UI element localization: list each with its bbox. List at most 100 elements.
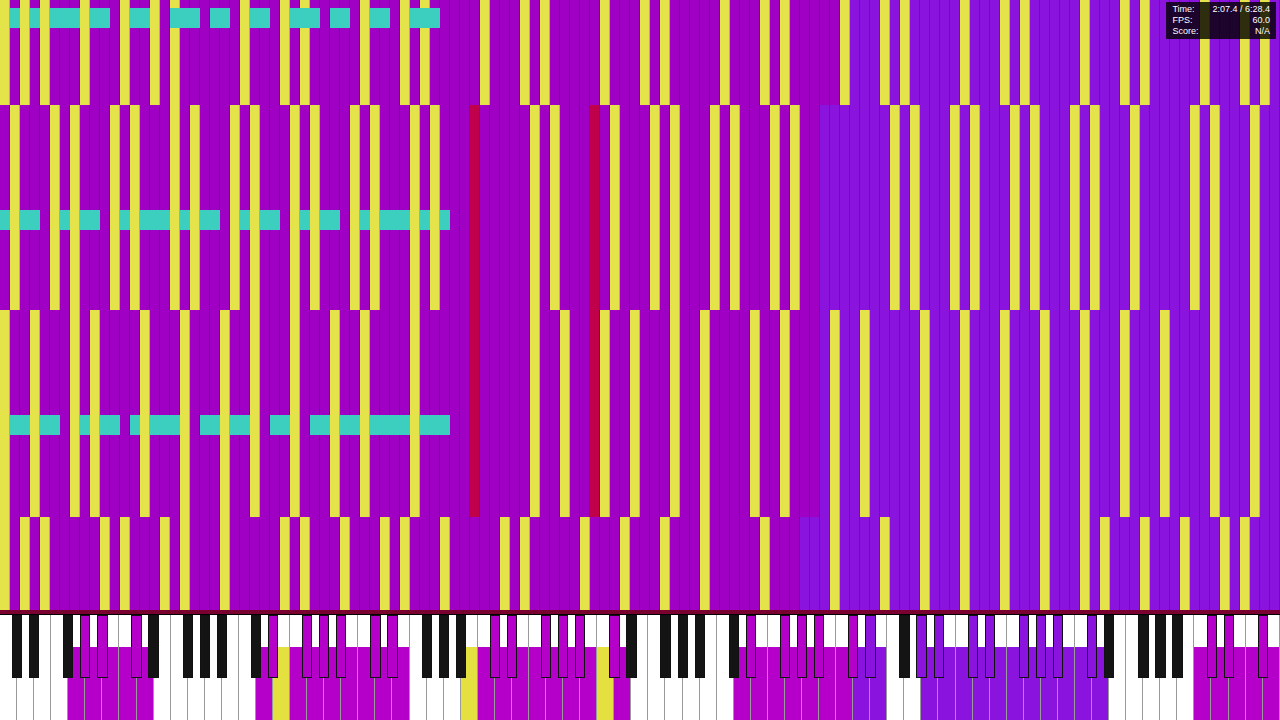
note-bar — [560, 310, 570, 517]
black-key[interactable] — [80, 615, 90, 678]
black-key[interactable] — [12, 615, 22, 678]
black-key[interactable] — [934, 615, 944, 678]
cyan-note — [270, 8, 280, 28]
black-key[interactable] — [848, 615, 858, 678]
black-key[interactable] — [865, 615, 875, 678]
black-key[interactable] — [439, 615, 449, 678]
black-key[interactable] — [1155, 615, 1165, 678]
note-bar — [980, 310, 990, 517]
note-bar — [450, 310, 460, 517]
black-key[interactable] — [29, 615, 39, 678]
cyan-note — [610, 415, 620, 435]
black-key[interactable] — [1019, 615, 1029, 678]
black-key[interactable] — [541, 615, 551, 678]
black-key[interactable] — [1104, 615, 1114, 678]
note-bar — [1010, 105, 1020, 310]
cyan-note — [600, 8, 610, 28]
note-bar — [390, 517, 400, 610]
note-bar — [610, 517, 620, 610]
black-key[interactable] — [729, 615, 739, 678]
note-bar — [850, 105, 860, 310]
black-key[interactable] — [97, 615, 107, 678]
cyan-note — [400, 8, 410, 28]
note-bar — [840, 0, 850, 105]
cyan-note — [760, 210, 770, 230]
stat-label: Score: — [1172, 26, 1198, 37]
black-key[interactable] — [1138, 615, 1148, 678]
black-key[interactable] — [507, 615, 517, 678]
black-key[interactable] — [422, 615, 432, 678]
note-bar — [40, 0, 50, 105]
note-bar — [100, 105, 110, 310]
black-key[interactable] — [183, 615, 193, 678]
note-bar — [640, 0, 650, 105]
black-key[interactable] — [575, 615, 585, 678]
note-bar — [560, 105, 570, 310]
cyan-note — [1170, 415, 1180, 435]
black-key[interactable] — [746, 615, 756, 678]
cyan-note — [830, 8, 840, 28]
black-key[interactable] — [1036, 615, 1046, 678]
cyan-note — [520, 210, 530, 230]
black-key[interactable] — [660, 615, 670, 678]
black-key[interactable] — [916, 615, 926, 678]
cyan-note — [560, 8, 570, 28]
cyan-note — [740, 415, 750, 435]
note-bar — [310, 310, 320, 517]
note-bar — [1160, 517, 1170, 610]
cyan-note — [990, 415, 1000, 435]
note-bar — [710, 105, 720, 310]
black-key[interactable] — [336, 615, 346, 678]
note-bar — [1200, 310, 1210, 517]
black-key[interactable] — [268, 615, 278, 678]
note-bar — [1090, 310, 1100, 517]
black-key[interactable] — [797, 615, 807, 678]
black-key[interactable] — [148, 615, 158, 678]
cyan-note — [760, 8, 770, 28]
black-key[interactable] — [780, 615, 790, 678]
black-key[interactable] — [387, 615, 397, 678]
black-key[interactable] — [558, 615, 568, 678]
black-key[interactable] — [456, 615, 466, 678]
cyan-note — [1030, 8, 1040, 28]
black-key[interactable] — [370, 615, 380, 678]
black-key[interactable] — [490, 615, 500, 678]
black-key[interactable] — [1224, 615, 1234, 678]
note-bar — [640, 105, 650, 310]
note-bar — [330, 517, 340, 610]
black-key[interactable] — [1258, 615, 1268, 678]
black-key[interactable] — [899, 615, 909, 678]
note-bar — [740, 0, 750, 105]
cyan-note — [1180, 415, 1190, 435]
black-key[interactable] — [1172, 615, 1182, 678]
note-bar — [880, 0, 890, 105]
black-key[interactable] — [814, 615, 824, 678]
cyan-note — [1100, 8, 1110, 28]
cyan-note — [1110, 210, 1120, 230]
cyan-note — [1200, 415, 1210, 435]
note-bar — [540, 0, 550, 105]
black-key[interactable] — [319, 615, 329, 678]
cyan-note — [290, 8, 300, 28]
black-key[interactable] — [200, 615, 210, 678]
black-key[interactable] — [1053, 615, 1063, 678]
black-key[interactable] — [626, 615, 636, 678]
black-key[interactable] — [131, 615, 141, 678]
black-key[interactable] — [63, 615, 73, 678]
black-key[interactable] — [1207, 615, 1217, 678]
black-key[interactable] — [1087, 615, 1097, 678]
cyan-note — [980, 210, 990, 230]
black-key[interactable] — [985, 615, 995, 678]
note-bar — [900, 517, 910, 610]
black-key[interactable] — [217, 615, 227, 678]
black-key[interactable] — [302, 615, 312, 678]
black-key[interactable] — [251, 615, 261, 678]
cyan-note — [790, 8, 800, 28]
black-key[interactable] — [678, 615, 688, 678]
black-key[interactable] — [609, 615, 619, 678]
black-key[interactable] — [968, 615, 978, 678]
cyan-note — [790, 210, 800, 230]
note-bar — [850, 517, 860, 610]
black-key[interactable] — [695, 615, 705, 678]
note-bar — [630, 517, 640, 610]
